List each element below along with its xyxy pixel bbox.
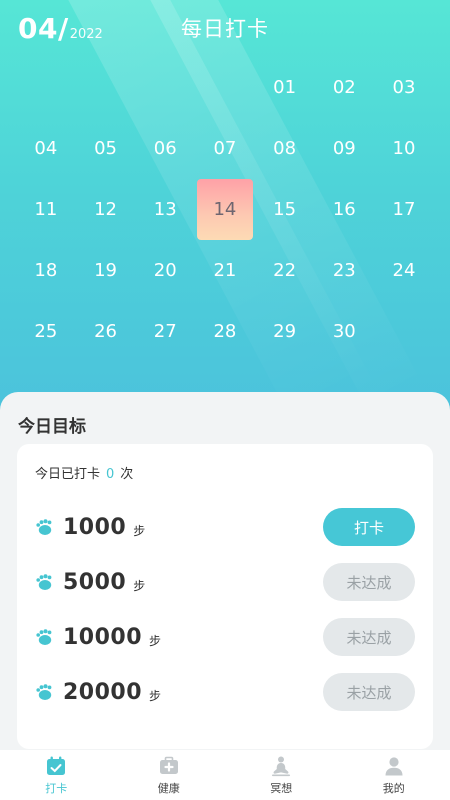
goal-row: 20000 步 未达成 bbox=[35, 673, 415, 711]
calendar-day[interactable]: 25 bbox=[16, 301, 76, 362]
calendar-day[interactable]: 16 bbox=[314, 179, 374, 240]
goals-card: 今日已打卡 0 次 1000 步 打卡 5000 步 未达成 10000 步 未达成… bbox=[17, 444, 433, 749]
checkin-count-prefix: 今日已打卡 bbox=[35, 467, 101, 482]
calendar-day[interactable]: 11 bbox=[16, 179, 76, 240]
calendar-day[interactable]: 15 bbox=[255, 179, 315, 240]
tab-3[interactable]: 我的 bbox=[338, 750, 450, 800]
calendar-day[interactable]: 24 bbox=[374, 240, 434, 301]
goal-unit: 步 bbox=[133, 523, 146, 538]
goal-steps: 10000 bbox=[63, 624, 143, 650]
tab-label: 冥想 bbox=[270, 781, 293, 795]
calendar-day[interactable]: 03 bbox=[374, 57, 434, 118]
calendar-day[interactable]: 02 bbox=[314, 57, 374, 118]
goals-title: 今日目标 bbox=[18, 417, 86, 437]
calendar-day[interactable]: 19 bbox=[76, 240, 136, 301]
calendar-blank bbox=[76, 57, 136, 118]
footprint-icon bbox=[35, 571, 57, 593]
footprint-icon bbox=[35, 626, 57, 648]
tab-1[interactable]: 健康 bbox=[113, 750, 226, 800]
calendar-blank bbox=[135, 57, 195, 118]
calendar-day[interactable]: 05 bbox=[76, 118, 136, 179]
checkin-count-line: 今日已打卡 0 次 bbox=[35, 463, 133, 482]
goal-row: 10000 步 未达成 bbox=[35, 618, 415, 656]
calendar-day[interactable]: 28 bbox=[195, 301, 255, 362]
calendar-day[interactable]: 17 bbox=[374, 179, 434, 240]
calendar-day[interactable]: 06 bbox=[135, 118, 195, 179]
calendar-day[interactable]: 07 bbox=[195, 118, 255, 179]
not-reached-button[interactable]: 未达成 bbox=[323, 618, 415, 656]
goal-steps: 5000 bbox=[63, 569, 127, 595]
calendar-grid: 01 02 03 04 05 06 07 08 09 10 11 12 13 14 15 16 17 18 19 20… bbox=[16, 57, 434, 362]
meditation-icon bbox=[270, 755, 292, 777]
tab-2[interactable]: 冥想 bbox=[225, 750, 338, 800]
calendar-day[interactable]: 26 bbox=[76, 301, 136, 362]
tab-0[interactable]: 打卡 bbox=[0, 750, 113, 800]
not-reached-button[interactable]: 未达成 bbox=[323, 563, 415, 601]
calendar-day[interactable]: 23 bbox=[314, 240, 374, 301]
calendar-blank bbox=[16, 57, 76, 118]
calendar-day[interactable]: 08 bbox=[255, 118, 315, 179]
goal-steps: 20000 bbox=[63, 679, 143, 705]
goal-steps: 1000 bbox=[63, 514, 127, 540]
calendar-day[interactable]: 20 bbox=[135, 240, 195, 301]
goal-unit: 步 bbox=[133, 578, 146, 593]
calendar-day[interactable]: 13 bbox=[135, 179, 195, 240]
calendar-day[interactable]: 09 bbox=[314, 118, 374, 179]
checkin-button[interactable]: 打卡 bbox=[323, 508, 415, 546]
calendar-blank bbox=[195, 57, 255, 118]
medical-kit-icon bbox=[158, 755, 180, 777]
calendar-day[interactable]: 29 bbox=[255, 301, 315, 362]
checkin-count-suffix: 次 bbox=[120, 467, 134, 482]
goal-unit: 步 bbox=[149, 633, 162, 648]
calendar-day[interactable]: 04 bbox=[16, 118, 76, 179]
calendar-day-selected[interactable]: 14 bbox=[197, 179, 253, 240]
calendar-day[interactable]: 22 bbox=[255, 240, 315, 301]
calendar-day[interactable]: 18 bbox=[16, 240, 76, 301]
calendar-header-area: 04/2022 每日打卡 01 02 03 04 05 06 07 08 09 10 11 12 13 1… bbox=[0, 0, 450, 420]
calendar-day[interactable]: 01 bbox=[255, 57, 315, 118]
goals-sheet: 今日目标 今日已打卡 0 次 1000 步 打卡 5000 步 未达成 10000 … bbox=[0, 392, 450, 752]
user-icon bbox=[383, 755, 405, 777]
calendar-day[interactable]: 27 bbox=[135, 301, 195, 362]
calendar-day[interactable]: 21 bbox=[195, 240, 255, 301]
goal-row: 1000 步 打卡 bbox=[35, 508, 415, 546]
goal-unit: 步 bbox=[149, 688, 162, 703]
footprint-icon bbox=[35, 681, 57, 703]
goal-row: 5000 步 未达成 bbox=[35, 563, 415, 601]
page-title: 每日打卡 bbox=[181, 17, 269, 41]
tab-label: 我的 bbox=[382, 781, 405, 795]
checkin-count: 0 bbox=[106, 467, 115, 482]
calendar-check-icon bbox=[45, 755, 67, 777]
tab-label: 打卡 bbox=[45, 781, 68, 795]
calendar-day[interactable]: 10 bbox=[374, 118, 434, 179]
tab-label: 健康 bbox=[157, 781, 180, 795]
bottom-tab-bar: 打卡 健康 冥想 我的 bbox=[0, 750, 450, 800]
not-reached-button[interactable]: 未达成 bbox=[323, 673, 415, 711]
footprint-icon bbox=[35, 516, 57, 538]
calendar-day[interactable]: 12 bbox=[76, 179, 136, 240]
calendar-day[interactable]: 30 bbox=[314, 301, 374, 362]
